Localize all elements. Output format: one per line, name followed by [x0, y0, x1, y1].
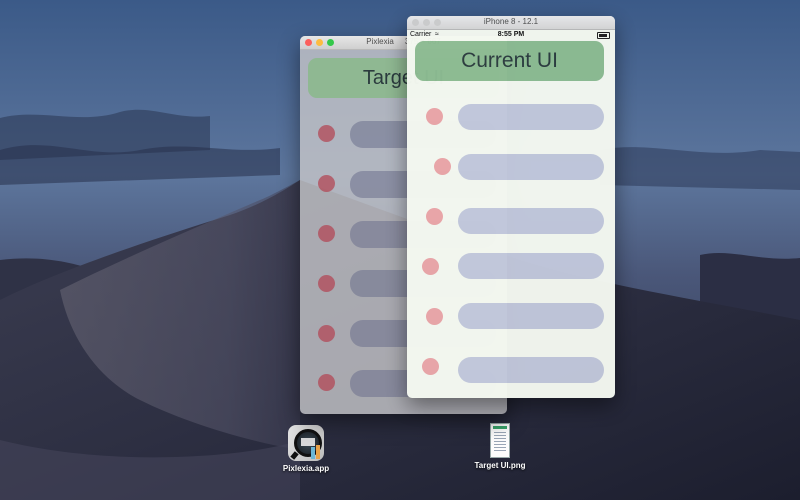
row-dot	[426, 108, 443, 125]
ios-simulator-window[interactable]: iPhone 8 - 12.1 Carrier ≈ 8:55 PM Curren…	[407, 16, 615, 398]
simulator-window-title: iPhone 8 - 12.1	[483, 17, 539, 26]
row-pill	[458, 208, 604, 234]
row-dot	[318, 225, 335, 242]
row-pill	[458, 154, 604, 180]
row-dot	[426, 208, 443, 225]
ios-status-bar: Carrier ≈ 8:55 PM	[407, 30, 615, 40]
row-pill	[458, 104, 604, 130]
row-dot	[318, 175, 335, 192]
row-dot	[318, 125, 335, 142]
current-ui-heading: Current UI	[461, 49, 558, 72]
target-ui-png-desktop-icon[interactable]: Target UI.png	[460, 423, 540, 470]
simulator-titlebar[interactable]: iPhone 8 - 12.1	[407, 16, 615, 30]
row-dot	[426, 308, 443, 325]
png-document-icon	[490, 423, 510, 458]
row-dot	[318, 275, 335, 292]
pixlexia-app-label: Pixlexia.app	[282, 464, 330, 473]
row-dot	[318, 374, 335, 391]
pixlexia-app-icon	[288, 425, 324, 461]
row-dot	[422, 258, 439, 275]
row-pill	[458, 303, 604, 329]
current-ui-heading-bar: Current UI	[415, 41, 604, 81]
status-time: 8:55 PM	[497, 31, 525, 38]
row-dot	[318, 325, 335, 342]
row-dot	[434, 158, 451, 175]
row-dot	[422, 358, 439, 375]
row-pill	[458, 253, 604, 279]
pixlexia-app-desktop-icon[interactable]: Pixlexia.app	[266, 425, 346, 473]
target-ui-png-label: Target UI.png	[474, 461, 526, 470]
battery-icon	[597, 32, 610, 39]
row-pill	[458, 357, 604, 383]
